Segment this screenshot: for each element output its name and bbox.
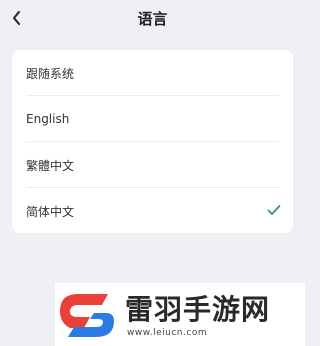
language-list: 跟随系统 English 繁體中文 简体中文 [12,50,293,233]
site-logo-icon [60,294,114,337]
language-option-traditional-chinese[interactable]: 繁體中文 [12,142,293,188]
language-option-simplified-chinese[interactable]: 简体中文 [12,188,293,233]
top-bar: 语言 [0,0,305,38]
watermark-banner: 雷羽手游网 www.leiucn.com [55,283,305,346]
language-option-follow-system[interactable]: 跟随系统 [12,50,293,96]
watermark-site-name: 雷羽手游网 [125,293,271,326]
language-option-label: 简体中文 [26,204,75,219]
language-option-label: 繁體中文 [26,158,75,173]
watermark-site-url: www.leiucn.com [127,328,208,338]
language-option-english[interactable]: English [12,96,293,142]
language-option-label: 跟随系统 [26,66,75,81]
language-option-label: English [26,112,70,126]
check-icon [267,205,281,215]
page-title: 语言 [137,10,168,28]
